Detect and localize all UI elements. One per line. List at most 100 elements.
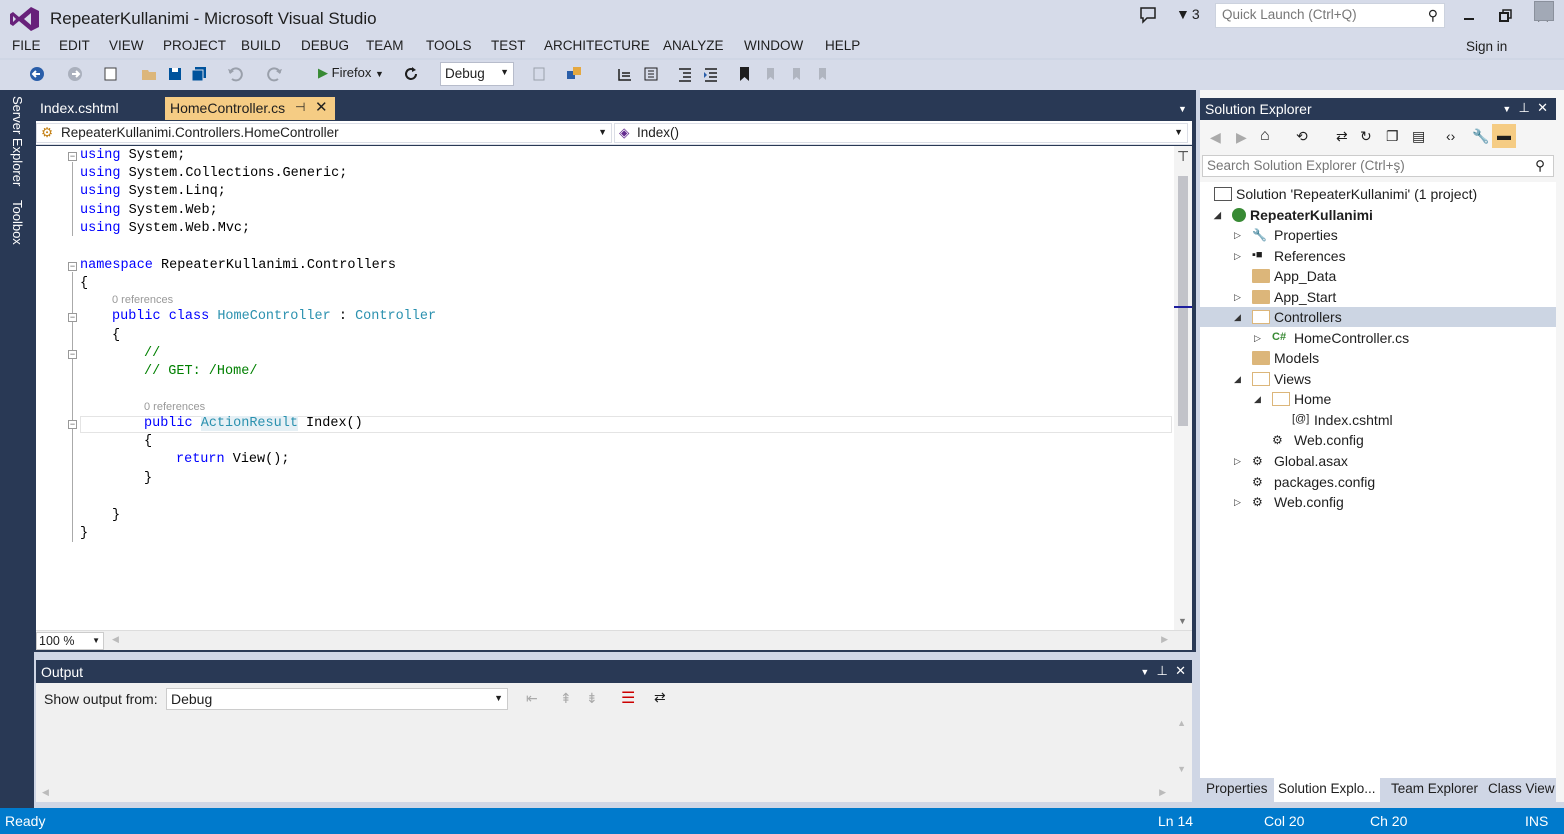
- menu-file[interactable]: FILE: [12, 38, 41, 53]
- view-code-icon[interactable]: ‹›: [1446, 128, 1455, 144]
- sync-icon[interactable]: ⇄: [1336, 128, 1348, 145]
- scroll-left-icon[interactable]: ◀: [42, 787, 49, 798]
- output-source-select[interactable]: Debug ▼: [166, 688, 508, 710]
- restore-button[interactable]: [1497, 8, 1513, 24]
- user-avatar-icon[interactable]: [1534, 1, 1554, 21]
- code-editor[interactable]: − − − − − using System; using System.Col…: [36, 146, 1192, 630]
- scroll-right-icon[interactable]: ▶: [1159, 787, 1166, 798]
- attach-icon[interactable]: [530, 65, 548, 85]
- new-project-icon[interactable]: [102, 65, 120, 85]
- scroll-left-icon[interactable]: ◀: [112, 634, 119, 645]
- redo-icon[interactable]: [266, 65, 284, 85]
- collapse-icon[interactable]: −: [68, 350, 77, 359]
- menu-debug[interactable]: DEBUG: [301, 38, 349, 53]
- indent-icon[interactable]: [702, 65, 720, 85]
- tree-controllers[interactable]: ◢ Controllers: [1200, 307, 1556, 327]
- tree-views[interactable]: ◢ Views: [1234, 369, 1311, 389]
- scroll-right-icon[interactable]: ▶: [1161, 634, 1168, 645]
- refresh-icon[interactable]: [402, 65, 420, 85]
- tree-web-config[interactable]: ▷ ⚙ Web.config: [1234, 492, 1344, 512]
- menu-test[interactable]: TEST: [491, 38, 526, 53]
- pin-icon[interactable]: ⊥: [1157, 663, 1168, 678]
- clear-all-icon[interactable]: ☰: [621, 688, 635, 708]
- tree-homecontroller[interactable]: ▷ C# HomeController.cs: [1254, 328, 1409, 348]
- prev-bookmark-icon[interactable]: [762, 65, 780, 85]
- tree-index-cshtml[interactable]: [@] Index.cshtml: [1274, 410, 1393, 430]
- open-file-icon[interactable]: [140, 65, 158, 85]
- tree-home[interactable]: ◢ Home: [1254, 389, 1331, 409]
- forward-icon[interactable]: ▶: [1236, 129, 1247, 146]
- tree-app-data[interactable]: App_Data: [1234, 266, 1336, 286]
- collapse-icon[interactable]: −: [68, 262, 77, 271]
- member-dropdown[interactable]: ◈ Index() ▼: [614, 123, 1188, 143]
- show-all-files-icon[interactable]: ▤: [1412, 128, 1425, 145]
- collapse-icon[interactable]: −: [68, 152, 77, 161]
- next-bookmark-icon[interactable]: [788, 65, 806, 85]
- tab-homecontroller-cs[interactable]: HomeController.cs ⊣ ✕: [165, 97, 335, 120]
- next-message-icon[interactable]: ⇟: [586, 690, 598, 707]
- type-dropdown[interactable]: ⚙ RepeaterKullanimi.Controllers.HomeCont…: [36, 123, 612, 143]
- start-debug-button[interactable]: ▶ Firefox ▼: [318, 65, 384, 85]
- collapse-icon[interactable]: −: [68, 420, 77, 429]
- tab-index-cshtml[interactable]: Index.cshtml: [36, 98, 164, 120]
- minimize-button[interactable]: [1461, 8, 1477, 24]
- pin-icon[interactable]: ⊥: [1519, 100, 1530, 115]
- close-icon[interactable]: ✕: [1175, 663, 1186, 678]
- clear-bookmarks-icon[interactable]: [814, 65, 832, 85]
- tree-views-web-config[interactable]: ⚙ Web.config: [1254, 430, 1364, 450]
- solution-configuration-select[interactable]: Debug ▼: [440, 62, 514, 86]
- quick-launch-input[interactable]: Quick Launch (Ctrl+Q) ⚲: [1215, 3, 1445, 28]
- scroll-thumb[interactable]: [1178, 176, 1188, 426]
- server-explorer-tab[interactable]: Server Explorer: [10, 96, 25, 186]
- toolbox-tab[interactable]: Toolbox: [10, 200, 25, 245]
- scroll-down-icon[interactable]: ▼: [1178, 616, 1187, 626]
- back-icon[interactable]: ◀: [1210, 129, 1221, 146]
- tree-packages-config[interactable]: ⚙ packages.config: [1234, 472, 1375, 492]
- output-content[interactable]: ▲ ▼ ◀ ▶: [36, 714, 1192, 802]
- navigate-list-icon[interactable]: [642, 65, 660, 85]
- forward-button[interactable]: [66, 65, 84, 85]
- tab-team-explorer[interactable]: Team Explorer: [1391, 781, 1478, 796]
- menu-tools[interactable]: TOOLS: [426, 38, 472, 53]
- refresh-icon[interactable]: ↻: [1360, 128, 1372, 145]
- prev-message-icon[interactable]: ⇞: [560, 690, 572, 707]
- tree-properties[interactable]: ▷ 🔧 Properties: [1234, 225, 1338, 245]
- menu-view[interactable]: VIEW: [109, 38, 144, 53]
- menu-window[interactable]: WINDOW: [744, 38, 803, 53]
- tree-global-asax[interactable]: ▷ ⚙ Global.asax: [1234, 451, 1348, 471]
- outdent-icon[interactable]: [676, 65, 694, 85]
- chevron-down-icon[interactable]: ▼: [1502, 104, 1511, 114]
- menu-analyze[interactable]: ANALYZE: [663, 38, 724, 53]
- back-button[interactable]: [28, 65, 46, 85]
- menu-help[interactable]: HELP: [825, 38, 860, 53]
- find-icon[interactable]: [565, 65, 583, 85]
- undo-icon[interactable]: [226, 65, 244, 85]
- tree-references[interactable]: ▷ ▪■ References: [1234, 246, 1346, 266]
- scroll-down-icon[interactable]: ▼: [1177, 764, 1186, 774]
- collapse-all-icon[interactable]: ❐: [1386, 128, 1399, 145]
- notifications-button[interactable]: ▼ 3: [1176, 6, 1200, 22]
- codelens-references[interactable]: 0 references: [144, 401, 205, 413]
- zoom-select[interactable]: 100 % ▼: [36, 632, 104, 650]
- editor-vertical-scrollbar[interactable]: ⊤ ▼: [1174, 146, 1192, 630]
- tree-app-start[interactable]: ▷ App_Start: [1234, 287, 1336, 307]
- properties-icon[interactable]: 🔧: [1472, 128, 1489, 145]
- tab-overflow-icon[interactable]: ▼: [1178, 104, 1187, 114]
- pin-icon[interactable]: ⊣: [295, 100, 305, 114]
- word-wrap-icon[interactable]: ⇄: [654, 689, 666, 706]
- chevron-down-icon[interactable]: ▼: [1140, 667, 1149, 677]
- menu-team[interactable]: TEAM: [366, 38, 404, 53]
- menu-build[interactable]: BUILD: [241, 38, 281, 53]
- navigate-icon[interactable]: [616, 65, 634, 85]
- bookmark-icon[interactable]: [736, 65, 754, 85]
- save-all-icon[interactable]: [190, 65, 208, 85]
- sign-in-link[interactable]: Sign in: [1466, 39, 1507, 54]
- scroll-up-icon[interactable]: ▲: [1177, 718, 1186, 728]
- tree-project[interactable]: ◢ RepeaterKullanimi: [1214, 205, 1373, 225]
- tab-solution-explorer[interactable]: Solution Explo...: [1274, 778, 1380, 802]
- home-icon[interactable]: ⌂: [1260, 127, 1270, 145]
- collapse-icon[interactable]: −: [68, 313, 77, 322]
- tab-class-view[interactable]: Class View: [1488, 781, 1555, 796]
- menu-project[interactable]: PROJECT: [163, 38, 226, 53]
- pending-changes-icon[interactable]: ⟲: [1296, 128, 1308, 145]
